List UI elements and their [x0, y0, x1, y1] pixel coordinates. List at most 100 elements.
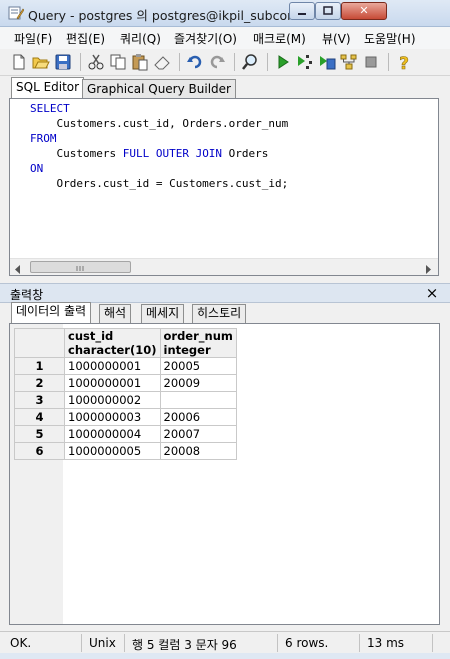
menu-file[interactable]: 파일(F): [14, 30, 52, 47]
maximize-button[interactable]: [315, 2, 341, 20]
row-number[interactable]: 3: [14, 391, 65, 409]
tab-explain[interactable]: 해석: [99, 304, 132, 323]
redo-icon[interactable]: [208, 53, 226, 71]
column-header-order-num[interactable]: order_num integer: [159, 328, 237, 358]
column-name: order_num: [163, 329, 233, 343]
query-tool-icon: [8, 5, 25, 21]
cut-icon[interactable]: [87, 53, 105, 71]
sql-keyword: SELECT: [30, 102, 70, 115]
result-table: cust_id character(10) order_num integer …: [14, 328, 237, 460]
minimize-button[interactable]: [289, 2, 315, 20]
corner-cell[interactable]: [14, 328, 65, 358]
table-row[interactable]: 4 1000000003 20006: [14, 408, 237, 426]
cell-order-num[interactable]: 20009: [159, 374, 237, 392]
toolbar-separator: [388, 53, 389, 71]
editor-gutter: [10, 99, 30, 259]
toolbar-separator: [234, 53, 235, 71]
maximize-icon: [323, 6, 333, 15]
window-title: Query - postgres 의 postgres@ikpil_subcom…: [28, 8, 308, 23]
cell-cust-id[interactable]: 1000000004: [64, 425, 161, 443]
row-number[interactable]: 6: [14, 442, 65, 460]
menu-query[interactable]: 쿼리(Q): [120, 30, 161, 47]
status-separator: [359, 634, 360, 652]
status-cursor-position: 행 5 컬럼 3 문자 96: [132, 638, 237, 652]
close-output-icon[interactable]: ×: [425, 284, 439, 302]
cell-cust-id[interactable]: 1000000002: [64, 391, 161, 409]
cell-order-num[interactable]: 20006: [159, 408, 237, 426]
cell-order-num[interactable]: 20007: [159, 425, 237, 443]
column-type: integer: [163, 343, 211, 357]
paste-icon[interactable]: [131, 53, 149, 71]
tab-sql-editor[interactable]: SQL Editor: [11, 77, 85, 99]
menu-edit[interactable]: 편집(E): [66, 30, 105, 47]
data-output-grid[interactable]: cust_id character(10) order_num integer …: [9, 323, 440, 625]
tab-graphical-query-builder[interactable]: Graphical Query Builder: [82, 79, 236, 99]
cell-order-num[interactable]: 20008: [159, 442, 237, 460]
status-separator: [432, 634, 433, 652]
undo-icon[interactable]: [186, 53, 204, 71]
status-separator: [124, 634, 125, 652]
menu-favorites[interactable]: 즐겨찾기(O): [174, 30, 237, 47]
status-separator: [81, 634, 82, 652]
table-row[interactable]: 1 1000000001 20005: [14, 357, 237, 375]
column-type: character(10): [68, 343, 157, 357]
cell-order-num[interactable]: 20005: [159, 357, 237, 375]
table-row[interactable]: 2 1000000001 20009: [14, 374, 237, 392]
close-window-button[interactable]: ✕: [341, 2, 387, 20]
scroll-left-icon[interactable]: [14, 263, 22, 277]
status-separator: [277, 634, 278, 652]
cell-cust-id[interactable]: 1000000005: [64, 442, 161, 460]
sql-editor[interactable]: SELECT Customers.cust_id, Orders.order_n…: [9, 98, 439, 276]
title-bar[interactable]: Query - postgres 의 postgres@ikpil_subcom…: [0, 0, 450, 27]
sql-code[interactable]: SELECT Customers.cust_id, Orders.order_n…: [30, 101, 288, 191]
column-header-cust-id[interactable]: cust_id character(10): [64, 328, 161, 358]
explain-analyze-icon[interactable]: [340, 53, 358, 71]
stop-icon[interactable]: [362, 53, 380, 71]
menu-macros[interactable]: 매크로(M): [253, 30, 306, 47]
status-row-count: 6 rows.: [285, 636, 329, 650]
menu-help[interactable]: 도움말(H): [364, 30, 416, 47]
tab-data-output[interactable]: 데이터의 출력: [11, 302, 92, 323]
window-bottom-border: [0, 653, 450, 659]
row-number[interactable]: 5: [14, 425, 65, 443]
scroll-thumb[interactable]: [30, 261, 131, 273]
row-number[interactable]: 2: [14, 374, 65, 392]
table-row[interactable]: 3 1000000002: [14, 391, 237, 409]
output-panel-header: 출력창 ×: [0, 283, 450, 303]
code-line: SELECT: [30, 101, 288, 116]
execute-to-file-icon[interactable]: [318, 53, 336, 71]
table-row[interactable]: 6 1000000005 20008: [14, 442, 237, 460]
save-icon[interactable]: [54, 53, 72, 71]
row-number[interactable]: 1: [14, 357, 65, 375]
help-icon[interactable]: ?: [395, 53, 413, 71]
scroll-right-icon[interactable]: [424, 263, 432, 277]
sql-text: Orders.cust_id = Customers.cust_id;: [30, 177, 289, 190]
find-icon[interactable]: [241, 53, 259, 71]
toolbar-separator: [267, 53, 268, 71]
eraser-icon[interactable]: [153, 53, 171, 71]
execute-icon[interactable]: [274, 53, 292, 71]
table-header-row: cust_id character(10) order_num integer: [14, 328, 237, 358]
status-elapsed-time: 13 ms: [367, 636, 405, 650]
open-icon[interactable]: [32, 53, 50, 71]
cell-order-num[interactable]: [159, 391, 237, 409]
new-icon[interactable]: [10, 53, 28, 71]
horizontal-scrollbar[interactable]: [10, 258, 438, 275]
code-line: FROM: [30, 131, 288, 146]
sql-text: Customers.cust_id, Orders.order_num: [30, 117, 289, 130]
code-line: Customers.cust_id, Orders.order_num: [30, 116, 288, 131]
cell-cust-id[interactable]: 1000000003: [64, 408, 161, 426]
cell-cust-id[interactable]: 1000000001: [64, 374, 161, 392]
cell-cust-id[interactable]: 1000000001: [64, 357, 161, 375]
status-state: OK.: [10, 636, 32, 650]
toolbar-separator: [80, 53, 81, 71]
menu-view[interactable]: 뷰(V): [322, 30, 351, 47]
explain-icon[interactable]: [296, 53, 314, 71]
code-line: Customers FULL OUTER JOIN Orders: [30, 146, 288, 161]
svg-text:?: ?: [399, 54, 409, 71]
table-row[interactable]: 5 1000000004 20007: [14, 425, 237, 443]
copy-icon[interactable]: [109, 53, 127, 71]
tab-history[interactable]: 히스토리: [192, 304, 247, 323]
row-number[interactable]: 4: [14, 408, 65, 426]
tab-messages[interactable]: 메세지: [141, 304, 185, 323]
